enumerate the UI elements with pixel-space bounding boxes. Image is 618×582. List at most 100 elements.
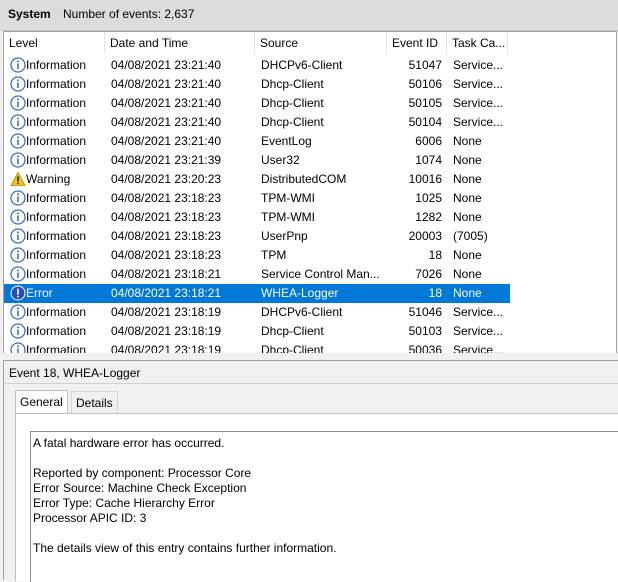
event-id-cell: 1074	[415, 153, 442, 167]
column-header-date[interactable]: Date and Time	[105, 32, 255, 54]
event-id-cell: 18	[428, 286, 442, 300]
task-category-cell: Service...	[453, 58, 504, 72]
info-icon	[10, 266, 26, 282]
source-cell: Service Control Man...	[261, 267, 380, 281]
table-row[interactable]: Information 04/08/2021 23:21:40 Dhcp-Clien…	[4, 75, 510, 94]
event-id-cell: 1282	[415, 210, 442, 224]
source-cell: TPM	[261, 248, 287, 262]
message-line: Error Source: Machine Check Exception	[33, 481, 247, 495]
detail-title: Event 18, WHEA-Logger	[9, 366, 141, 380]
event-message-box[interactable]: A fatal hardware error has occurred. Repo…	[30, 431, 618, 582]
event-id-cell: 10016	[408, 172, 442, 186]
event-id-cell: 1025	[415, 191, 442, 205]
info-icon	[10, 95, 26, 111]
date-cell: 04/08/2021 23:18:21	[111, 267, 222, 281]
date-cell: 04/08/2021 23:20:23	[111, 172, 222, 186]
event-id-cell: 7026	[415, 267, 442, 281]
table-row[interactable]: Information 04/08/2021 23:18:19 Dhcp-Clien…	[4, 322, 510, 341]
task-category-cell: None	[453, 172, 482, 186]
source-cell: DistributedCOM	[261, 172, 347, 186]
tab-details[interactable]: Details	[71, 391, 118, 414]
level-cell: Information	[26, 134, 87, 148]
source-cell: TPM-WMI	[261, 191, 315, 205]
level-cell: Information	[26, 96, 87, 110]
task-category-cell: None	[453, 286, 482, 300]
table-row[interactable]: Information 04/08/2021 23:21:40 EventLog 60…	[4, 132, 510, 151]
task-category-cell: Service...	[453, 324, 504, 338]
table-row[interactable]: Information 04/08/2021 23:18:23 UserPnp 200…	[4, 227, 510, 246]
source-cell: Dhcp-Client	[261, 115, 324, 129]
table-row[interactable]: Information 04/08/2021 23:18:23 TPM 18 None	[4, 246, 510, 265]
event-id-cell: 50104	[408, 115, 442, 129]
task-category-cell: (7005)	[453, 229, 488, 243]
level-cell: Error	[26, 286, 53, 300]
task-category-cell: Service...	[453, 115, 504, 129]
tab-general[interactable]: General	[15, 390, 68, 414]
level-cell: Information	[26, 248, 87, 262]
date-cell: 04/08/2021 23:21:40	[111, 115, 222, 129]
log-header-bar: System Number of events: 2,637	[0, 0, 618, 31]
date-cell: 04/08/2021 23:18:19	[111, 324, 222, 338]
table-row[interactable]: Warning 04/08/2021 23:20:23 DistributedCOM…	[4, 170, 510, 189]
date-cell: 04/08/2021 23:21:40	[111, 77, 222, 91]
date-cell: 04/08/2021 23:18:23	[111, 248, 222, 262]
level-cell: Information	[26, 210, 87, 224]
table-row[interactable]: Information 04/08/2021 23:18:23 TPM-WMI 102…	[4, 189, 510, 208]
table-row[interactable]: Error 04/08/2021 23:18:21 WHEA-Logger 18 Non…	[4, 284, 510, 303]
source-cell: WHEA-Logger	[261, 286, 339, 300]
task-category-cell: Service...	[453, 305, 504, 319]
date-cell: 04/08/2021 23:21:40	[111, 96, 222, 110]
level-cell: Information	[26, 267, 87, 281]
level-cell: Information	[26, 58, 87, 72]
table-row[interactable]: Information 04/08/2021 23:21:39 User32 1074…	[4, 151, 510, 170]
events-grid[interactable]: Level Date and Time Source Event ID Task…	[3, 31, 617, 354]
date-cell: 04/08/2021 23:21:40	[111, 134, 222, 148]
date-cell: 04/08/2021 23:18:23	[111, 210, 222, 224]
info-icon	[10, 228, 26, 244]
info-icon	[10, 304, 26, 320]
task-category-cell: None	[453, 191, 482, 205]
table-row[interactable]: Information 04/08/2021 23:18:23 TPM-WMI 128…	[4, 208, 510, 227]
column-header-level[interactable]: Level	[4, 32, 105, 54]
source-cell: User32	[261, 153, 300, 167]
source-cell: EventLog	[261, 134, 312, 148]
event-id-cell: 51046	[408, 305, 442, 319]
table-row[interactable]: Information 04/08/2021 23:18:19 DHCPv6-Cli…	[4, 303, 510, 322]
task-category-cell: None	[453, 267, 482, 281]
task-category-cell: None	[453, 134, 482, 148]
message-line: A fatal hardware error has occurred.	[33, 436, 225, 450]
message-line: Reported by component: Processor Core	[33, 466, 252, 480]
error-icon	[10, 285, 26, 301]
detail-title-bar: Event 18, WHEA-Logger	[4, 361, 618, 384]
level-cell: Information	[26, 77, 87, 91]
column-header-event-id[interactable]: Event ID	[387, 32, 447, 54]
level-cell: Warning	[26, 172, 71, 186]
message-line: Processor APIC ID: 3	[33, 511, 147, 525]
task-category-cell: None	[453, 210, 482, 224]
level-cell: Information	[26, 115, 87, 129]
level-cell: Information	[26, 324, 87, 338]
info-icon	[10, 76, 26, 92]
task-category-cell: Service...	[453, 77, 504, 91]
info-icon	[10, 247, 26, 263]
info-icon	[10, 209, 26, 225]
pane-splitter[interactable]	[0, 353, 618, 359]
table-row[interactable]: Information 04/08/2021 23:21:40 Dhcp-Clien…	[4, 113, 510, 132]
column-header-task-category[interactable]: Task Ca...	[447, 32, 508, 54]
date-cell: 04/08/2021 23:21:39	[111, 153, 222, 167]
date-cell: 04/08/2021 23:18:21	[111, 286, 222, 300]
warning-icon	[10, 171, 26, 187]
info-icon	[10, 152, 26, 168]
event-id-cell: 50103	[408, 324, 442, 338]
source-cell: Dhcp-Client	[261, 96, 324, 110]
date-cell: 04/08/2021 23:18:23	[111, 191, 222, 205]
table-row[interactable]: Information 04/08/2021 23:21:40 DHCPv6-Cli…	[4, 56, 510, 75]
column-header-source[interactable]: Source	[255, 32, 387, 54]
info-icon	[10, 323, 26, 339]
source-cell: TPM-WMI	[261, 210, 315, 224]
table-row[interactable]: Information 04/08/2021 23:18:21 Service Co…	[4, 265, 510, 284]
task-category-cell: None	[453, 153, 482, 167]
task-category-cell: Service...	[453, 96, 504, 110]
table-row[interactable]: Information 04/08/2021 23:21:40 Dhcp-Clien…	[4, 94, 510, 113]
message-line: The details view of this entry contains …	[33, 541, 337, 555]
